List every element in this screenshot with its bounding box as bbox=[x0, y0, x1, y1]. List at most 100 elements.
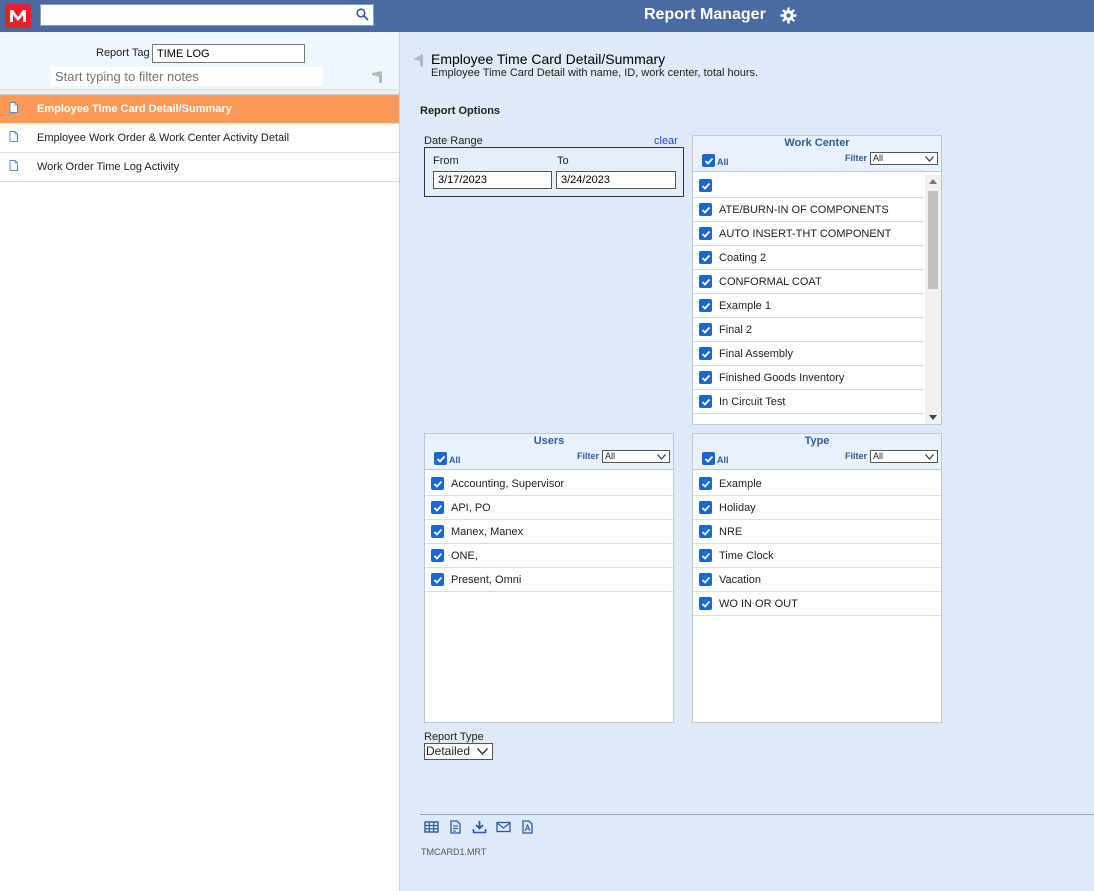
users-list-item[interactable]: API, PO bbox=[425, 496, 673, 520]
collapse-pane-icon[interactable] bbox=[370, 70, 384, 84]
checkbox-checked-icon[interactable] bbox=[699, 251, 712, 264]
report-preview-icon[interactable] bbox=[448, 820, 463, 834]
search-icon[interactable] bbox=[356, 8, 369, 21]
report-list-item-label: Employee Time Card Detail/Summary bbox=[37, 103, 232, 115]
gear-icon[interactable] bbox=[780, 7, 797, 24]
to-date-input[interactable] bbox=[556, 171, 676, 189]
users-filter-value: All bbox=[605, 451, 616, 461]
checkbox-checked-icon[interactable] bbox=[699, 299, 712, 312]
work-center-list-item[interactable]: CONFORMAL COAT bbox=[693, 270, 924, 294]
checkbox-checked-icon[interactable] bbox=[699, 477, 712, 490]
checkbox-checked-icon[interactable] bbox=[699, 323, 712, 336]
checkbox-checked-icon[interactable] bbox=[699, 203, 712, 216]
from-date-input[interactable] bbox=[433, 171, 552, 189]
report-list-item[interactable]: Employee Time Card Detail/Summary bbox=[0, 95, 399, 124]
checkbox-checked-icon[interactable] bbox=[431, 549, 444, 562]
clear-date-link[interactable]: clear bbox=[654, 135, 678, 147]
checkbox-checked-icon[interactable] bbox=[431, 477, 444, 490]
global-search-input[interactable] bbox=[41, 5, 341, 25]
users-list-item[interactable]: Accounting, Supervisor bbox=[425, 472, 673, 496]
download-icon[interactable] bbox=[472, 820, 487, 834]
scroll-thumb[interactable] bbox=[928, 191, 938, 289]
list-item-label: WO IN OR OUT bbox=[719, 597, 798, 610]
checkbox-checked-icon[interactable] bbox=[699, 371, 712, 384]
scroll-up-icon[interactable] bbox=[929, 179, 937, 184]
app-logo[interactable] bbox=[5, 4, 31, 28]
type-list-item[interactable]: Vacation bbox=[693, 568, 941, 592]
date-range-label: Date Range bbox=[424, 135, 483, 147]
global-search[interactable] bbox=[40, 4, 374, 26]
type-filter-label: Filter bbox=[845, 451, 868, 461]
work-center-title: Work Center bbox=[784, 137, 850, 149]
work-center-all-checkbox[interactable]: All bbox=[700, 154, 729, 167]
users-list-item[interactable]: Present, Omni bbox=[425, 568, 673, 592]
scroll-down-icon[interactable] bbox=[929, 415, 937, 420]
work-center-list-item[interactable]: AUTO INSERT-THT COMPONENT bbox=[693, 222, 924, 246]
work-center-list-item[interactable]: Final Assembly bbox=[693, 342, 924, 366]
checkbox-checked-icon[interactable] bbox=[699, 597, 712, 610]
checkbox-checked-icon[interactable] bbox=[434, 452, 447, 465]
list-item-label: Example bbox=[719, 477, 762, 490]
checkbox-checked-icon[interactable] bbox=[431, 525, 444, 538]
type-header: Type All Filter All bbox=[693, 434, 941, 470]
report-tag-select[interactable] bbox=[152, 44, 305, 63]
checkbox-checked-icon[interactable] bbox=[699, 275, 712, 288]
grid-view-icon[interactable] bbox=[424, 820, 439, 834]
report-tag-label: Report Tag bbox=[96, 47, 150, 59]
work-center-list-item[interactable] bbox=[693, 174, 924, 198]
work-center-list-item[interactable]: Finished Goods Inventory bbox=[693, 366, 924, 390]
type-panel: Type All Filter All Example Holiday NRE Tim… bbox=[692, 433, 942, 723]
work-center-filter-select[interactable]: All bbox=[870, 152, 938, 165]
work-center-list-item[interactable]: ATE/BURN-IN OF COMPONENTS bbox=[693, 198, 924, 222]
users-list-item[interactable]: ONE, bbox=[425, 544, 673, 568]
checkbox-checked-icon[interactable] bbox=[699, 395, 712, 408]
checkbox-checked-icon[interactable] bbox=[699, 501, 712, 514]
pdf-icon[interactable] bbox=[520, 820, 535, 834]
work-center-list-item[interactable]: Coating 2 bbox=[693, 246, 924, 270]
list-item-label: ONE, bbox=[451, 549, 478, 562]
filter-notes-input[interactable] bbox=[51, 67, 323, 86]
work-center-scrollbar[interactable] bbox=[925, 175, 941, 424]
checkbox-checked-icon[interactable] bbox=[699, 525, 712, 538]
checkbox-checked-icon[interactable] bbox=[699, 573, 712, 586]
type-filter-select[interactable]: All bbox=[870, 450, 938, 463]
collapse-detail-icon[interactable] bbox=[412, 54, 424, 67]
checkbox-checked-icon[interactable] bbox=[702, 452, 715, 465]
users-all-label: All bbox=[449, 455, 461, 465]
users-all-checkbox[interactable]: All bbox=[432, 452, 461, 465]
checkbox-checked-icon[interactable] bbox=[431, 501, 444, 514]
email-icon[interactable] bbox=[496, 820, 511, 834]
type-list-item[interactable]: Time Clock bbox=[693, 544, 941, 568]
list-item-label: AUTO INSERT-THT COMPONENT bbox=[719, 227, 892, 240]
to-label: To bbox=[557, 155, 569, 167]
export-toolbar bbox=[424, 820, 535, 834]
list-item-label: CONFORMAL COAT bbox=[719, 275, 822, 288]
checkbox-checked-icon[interactable] bbox=[431, 573, 444, 586]
users-list-item[interactable]: Manex, Manex bbox=[425, 520, 673, 544]
type-list-item[interactable]: Example bbox=[693, 472, 941, 496]
report-type-select[interactable]: Detailed bbox=[424, 743, 493, 760]
document-icon bbox=[9, 131, 18, 145]
checkbox-checked-icon[interactable] bbox=[699, 179, 712, 192]
type-list-item[interactable]: NRE bbox=[693, 520, 941, 544]
users-filter-select[interactable]: All bbox=[602, 450, 670, 463]
type-list-item[interactable]: WO IN OR OUT bbox=[693, 592, 941, 616]
report-list-item[interactable]: Work Order Time Log Activity bbox=[0, 153, 399, 182]
work-center-list-item[interactable]: Example 1 bbox=[693, 294, 924, 318]
checkbox-checked-icon[interactable] bbox=[699, 227, 712, 240]
work-center-list-item[interactable]: Final 2 bbox=[693, 318, 924, 342]
report-list-item-label: Employee Work Order & Work Center Activi… bbox=[37, 132, 290, 144]
checkbox-checked-icon[interactable] bbox=[699, 347, 712, 360]
document-icon bbox=[9, 102, 18, 116]
work-center-list-item[interactable]: In Circuit Test bbox=[693, 390, 924, 414]
report-list-item[interactable]: Employee Work Order & Work Center Activi… bbox=[0, 124, 399, 153]
list-item-label: Final Assembly bbox=[719, 347, 793, 360]
list-item-label: Present, Omni bbox=[451, 573, 522, 586]
checkbox-checked-icon[interactable] bbox=[702, 154, 715, 167]
type-all-checkbox[interactable]: All bbox=[700, 452, 729, 465]
date-range-box: From To bbox=[424, 147, 684, 197]
app-title: Report Manager bbox=[644, 6, 766, 23]
type-list-item[interactable]: Holiday bbox=[693, 496, 941, 520]
checkbox-checked-icon[interactable] bbox=[699, 549, 712, 562]
list-item-label: In Circuit Test bbox=[719, 395, 786, 408]
